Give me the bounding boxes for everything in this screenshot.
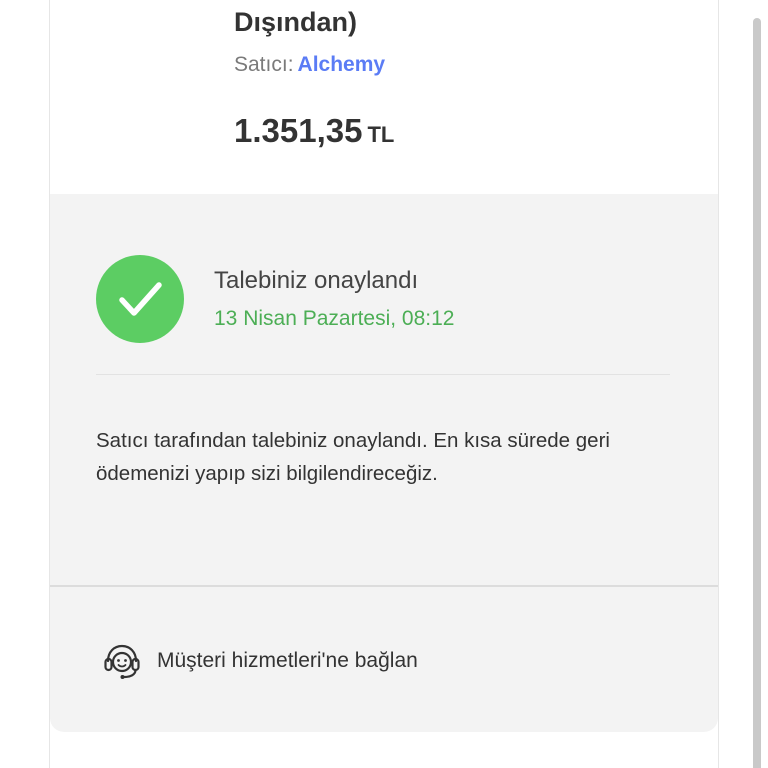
headset-icon	[104, 644, 140, 679]
product-price: 1.351,35 TL	[234, 111, 394, 151]
scrollbar[interactable]	[753, 18, 761, 768]
refund-status-panel: Talebiniz onaylandı 13 Nisan Pazartesi, …	[50, 194, 718, 732]
price-amount: 1.351,35	[234, 112, 363, 149]
check-icon	[96, 255, 184, 343]
divider	[96, 374, 670, 375]
card-right-border	[718, 0, 719, 768]
status-title: Talebiniz onaylandı	[214, 267, 419, 294]
seller-info: Satıcı: Alchemy	[234, 52, 385, 78]
customer-service-link[interactable]: Müşteri hizmetleri'ne bağlan	[102, 641, 418, 681]
status-date: 13 Nisan Pazartesi, 08:12	[214, 307, 455, 330]
seller-link[interactable]: Alchemy	[298, 53, 386, 76]
product-name: Dışından)	[234, 7, 358, 37]
customer-service-label: Müşteri hizmetleri'ne bağlan	[157, 649, 418, 672]
price-currency: TL	[367, 122, 395, 147]
status-message: Satıcı tarafından talebiniz onaylandı. E…	[96, 429, 610, 485]
seller-label: Satıcı:	[234, 53, 294, 76]
divider	[50, 585, 718, 587]
order-detail-page: Dışından) Satıcı: Alchemy 1.351,35 TL Tale…	[0, 0, 768, 768]
